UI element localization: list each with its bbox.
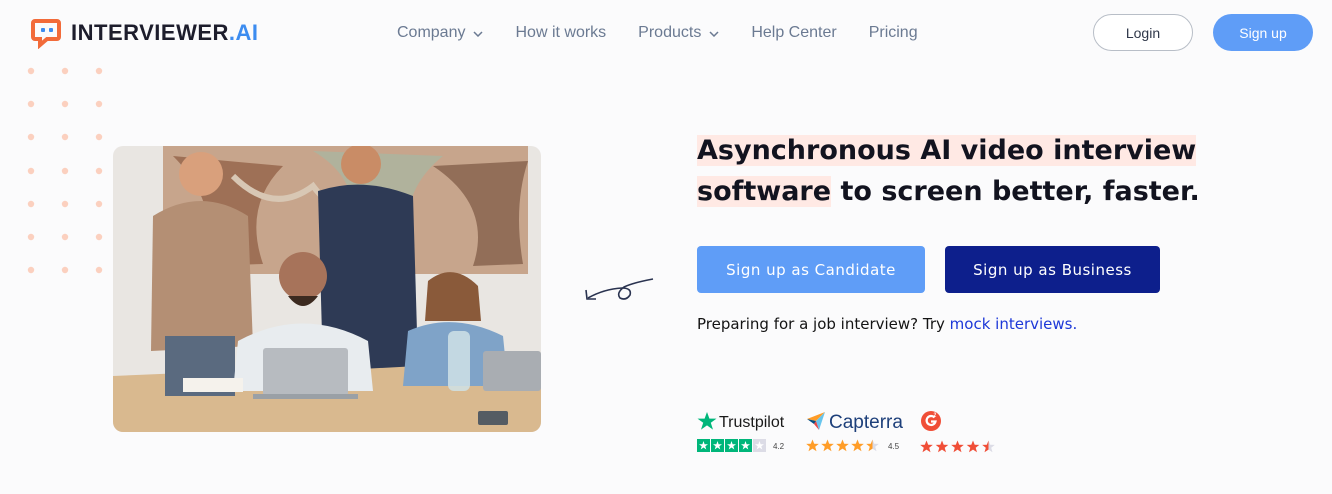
trustpilot-stars — [697, 437, 767, 456]
login-button[interactable]: Login — [1093, 14, 1193, 51]
svg-text:2: 2 — [934, 413, 937, 419]
mock-interviews-link[interactable]: mock interviews. — [950, 315, 1078, 333]
signup-button[interactable]: Sign up — [1213, 14, 1313, 51]
nav-products-label: Products — [638, 24, 702, 41]
capterra-stars — [806, 437, 882, 456]
nav-how-it-works-label: How it works — [515, 24, 607, 41]
headline-rest: to screen better, faster. — [831, 176, 1200, 207]
nav-company-label: Company — [397, 24, 466, 41]
capterra-score: 4.5 — [888, 442, 900, 451]
headline-highlight-1: Asynchronous AI video interview — [697, 135, 1197, 166]
chevron-down-icon — [473, 24, 484, 42]
g2-logo-icon: 2 — [920, 410, 942, 436]
g2-stars — [920, 438, 1000, 457]
hero-headline: Asynchronous AI video interview software … — [697, 130, 1257, 212]
nav-pricing-label: Pricing — [868, 24, 918, 41]
capterra-brand: Capterra — [829, 412, 903, 433]
curly-arrow-icon — [580, 271, 660, 311]
signup-candidate-button[interactable]: Sign up as Candidate — [697, 246, 925, 293]
capterra-rating[interactable]: Capterra 4.5 — [806, 411, 903, 456]
trustpilot-score: 4.2 — [773, 442, 785, 451]
capterra-flag-icon — [806, 411, 826, 435]
headline-highlight-2: software — [697, 176, 832, 207]
nav-help-center-label: Help Center — [751, 24, 837, 41]
nav-how-it-works[interactable]: How it works — [515, 24, 606, 42]
nav-pricing[interactable]: Pricing — [869, 24, 918, 42]
trustpilot-brand: Trustpilot — [719, 414, 785, 431]
g2-rating[interactable]: 2 — [920, 410, 1000, 457]
nav-products[interactable]: Products — [638, 24, 719, 42]
nav-company[interactable]: Company — [397, 24, 484, 42]
brand-wordmark: INTERVIEWER.AI — [71, 20, 259, 46]
top-navbar: INTERVIEWER.AI Company How it works Prod… — [0, 0, 1332, 68]
hero-team-photo — [113, 146, 541, 432]
decorative-dot-grid — [24, 64, 114, 279]
nav-help-center[interactable]: Help Center — [751, 24, 836, 42]
chevron-down-icon — [709, 24, 719, 42]
brand-suffix: .AI — [228, 20, 259, 45]
main-menu: Company How it works Products Help Cente… — [397, 24, 950, 42]
mock-interview-prompt: Preparing for a job interview? Try mock … — [697, 315, 1077, 333]
signup-business-button[interactable]: Sign up as Business — [945, 246, 1160, 293]
brand-name: INTERVIEWER — [71, 20, 229, 45]
trustpilot-rating[interactable]: Trustpilot 4.2 — [697, 411, 784, 456]
trustpilot-star-icon — [697, 411, 717, 435]
brand-logo[interactable]: INTERVIEWER.AI — [31, 17, 259, 49]
chat-bubble-logo-icon — [31, 17, 63, 49]
mock-interview-text: Preparing for a job interview? Try — [697, 315, 950, 333]
